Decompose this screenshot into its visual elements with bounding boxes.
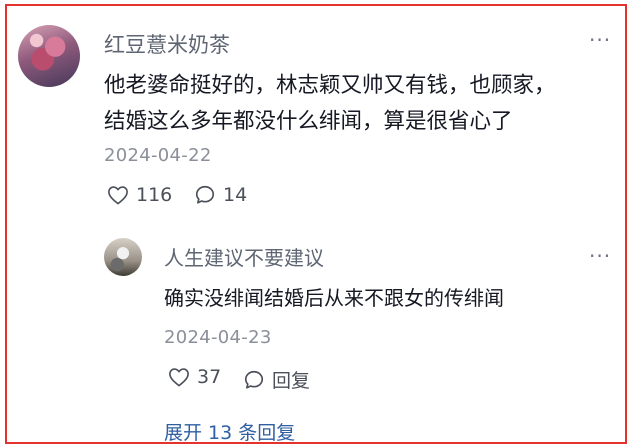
comment-username[interactable]: 红豆薏米奶茶 — [104, 29, 230, 59]
like-button[interactable]: 116 — [107, 184, 172, 206]
like-count: 116 — [136, 184, 173, 206]
reply-count: 14 — [223, 184, 248, 206]
comment-icon — [195, 185, 215, 204]
reply-date: 2024-04-23 — [164, 327, 272, 348]
expand-replies-link[interactable]: 展开 13 条回复 — [164, 418, 295, 445]
reply-button[interactable]: 回复 — [243, 366, 310, 393]
avatar[interactable] — [104, 238, 142, 276]
reply-text: 确实没绯闻结婚后从来不跟女的传绯闻 — [164, 286, 504, 310]
reply-label: 回复 — [272, 370, 311, 392]
like-button[interactable]: 37 — [168, 366, 221, 388]
avatar[interactable] — [18, 25, 80, 87]
comment-text: 他老婆命挺好的，林志颖又帅又有钱，也顾家， 结婚这么多年都没什么绯闻，算是很省心… — [104, 68, 556, 140]
like-count: 37 — [197, 366, 222, 388]
more-options-icon[interactable]: ··· — [589, 244, 611, 268]
heart-icon — [108, 186, 128, 205]
comment-date: 2024-04-22 — [104, 145, 212, 166]
more-options-icon[interactable]: ··· — [589, 28, 611, 52]
reply-button[interactable]: 14 — [194, 184, 247, 206]
heart-icon — [169, 368, 189, 387]
comment-icon — [244, 370, 264, 389]
comment-text-line: 结婚这么多年都没什么绯闻，算是很省心了 — [104, 109, 513, 134]
comment-text-line: 他老婆命挺好的，林志颖又帅又有钱，也顾家， — [104, 73, 556, 98]
reply-username[interactable]: 人生建议不要建议 — [164, 242, 324, 271]
